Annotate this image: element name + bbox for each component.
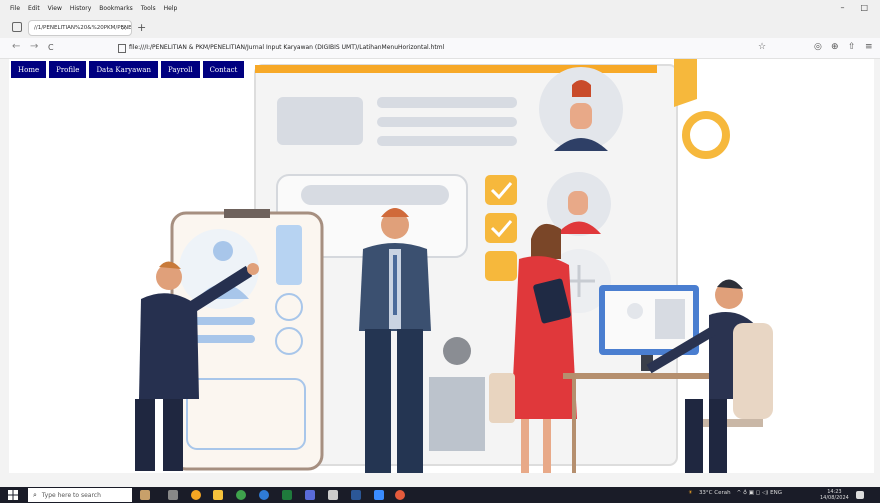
maximize-button[interactable]: □	[860, 3, 868, 12]
notification-icon[interactable]	[856, 491, 864, 499]
share-icon[interactable]: ⇧	[848, 42, 856, 52]
weather-text[interactable]: 33°C Cerah	[699, 490, 731, 496]
chrome-icon[interactable]	[236, 490, 246, 500]
browser-menu-bar: File Edit View History Bookmarks Tools H…	[0, 0, 880, 16]
edge-icon[interactable]	[259, 490, 269, 500]
minimize-button[interactable]: –	[840, 3, 844, 12]
settings-icon[interactable]	[328, 490, 338, 500]
clock-date: 14/08/2024	[820, 495, 849, 501]
nav-home-button[interactable]: Home	[11, 61, 47, 78]
page-icon	[118, 44, 126, 53]
store-icon[interactable]	[374, 490, 384, 500]
nav-profile-button[interactable]: Profile	[49, 61, 87, 78]
site-nav-menu: Home Profile Data Karyawan Payroll Conta…	[11, 61, 245, 78]
firefox-active-icon[interactable]	[395, 490, 405, 500]
menu-file[interactable]: File	[10, 5, 20, 12]
tab-title: //1/PENELITIAN%20&%20PKM/PENE	[34, 25, 132, 31]
nav-payroll-button[interactable]: Payroll	[161, 61, 200, 78]
system-tray: ☀ 33°C Cerah ^ ♁ ▣ ◻ ◁) ENG	[688, 490, 782, 496]
forward-button[interactable]: →	[30, 41, 38, 52]
taskbar-search-placeholder: Type here to search	[41, 491, 101, 499]
back-button[interactable]: ←	[12, 41, 20, 52]
reload-button[interactable]: C	[48, 43, 54, 52]
menu-edit[interactable]: Edit	[28, 5, 40, 12]
nav-contact-button[interactable]: Contact	[202, 61, 245, 78]
menu-view[interactable]: View	[48, 5, 62, 12]
tray-icons[interactable]: ^ ♁ ▣ ◻ ◁) ENG	[737, 490, 782, 496]
excel-icon[interactable]	[282, 490, 292, 500]
new-tab-button[interactable]: +	[137, 21, 146, 34]
search-icon: ⌕	[33, 490, 37, 499]
office-team-illustration	[135, 59, 773, 473]
word-icon[interactable]	[351, 490, 361, 500]
pocket-icon[interactable]: ◎	[814, 42, 822, 52]
windows-start-icon[interactable]	[8, 490, 18, 500]
menu-bookmarks[interactable]: Bookmarks	[99, 5, 133, 12]
nav-data-karyawan-button[interactable]: Data Karyawan	[89, 61, 158, 78]
tab-bar	[0, 16, 880, 38]
tab-list-icon[interactable]	[12, 22, 22, 32]
firefox-taskbar-icon[interactable]	[191, 490, 201, 500]
account-icon[interactable]: ⊕	[831, 42, 839, 52]
menu-icon[interactable]: ≡	[865, 42, 873, 52]
menu-tools[interactable]: Tools	[141, 5, 156, 12]
menu-history[interactable]: History	[70, 5, 91, 12]
widgets-icon[interactable]	[140, 490, 150, 500]
teams-icon[interactable]	[305, 490, 315, 500]
taskbar-search-box[interactable]: ⌕ Type here to search	[28, 488, 132, 502]
window-controls: – □	[840, 3, 868, 12]
task-view-icon[interactable]	[168, 490, 178, 500]
menu-help[interactable]: Help	[164, 5, 178, 12]
taskbar-clock[interactable]: 14:23 14/08/2024	[820, 489, 849, 501]
tab-active[interactable]: //1/PENELITIAN%20&%20PKM/PENE ×	[28, 20, 132, 36]
weather-icon[interactable]: ☀	[688, 490, 693, 496]
address-bar[interactable]: file:///I:/PENELITIAN & PKM/PENELITIAN/J…	[129, 44, 444, 51]
file-explorer-icon[interactable]	[213, 490, 223, 500]
bookmark-star-icon[interactable]: ☆	[758, 42, 766, 52]
tab-close-button[interactable]: ×	[121, 24, 127, 32]
